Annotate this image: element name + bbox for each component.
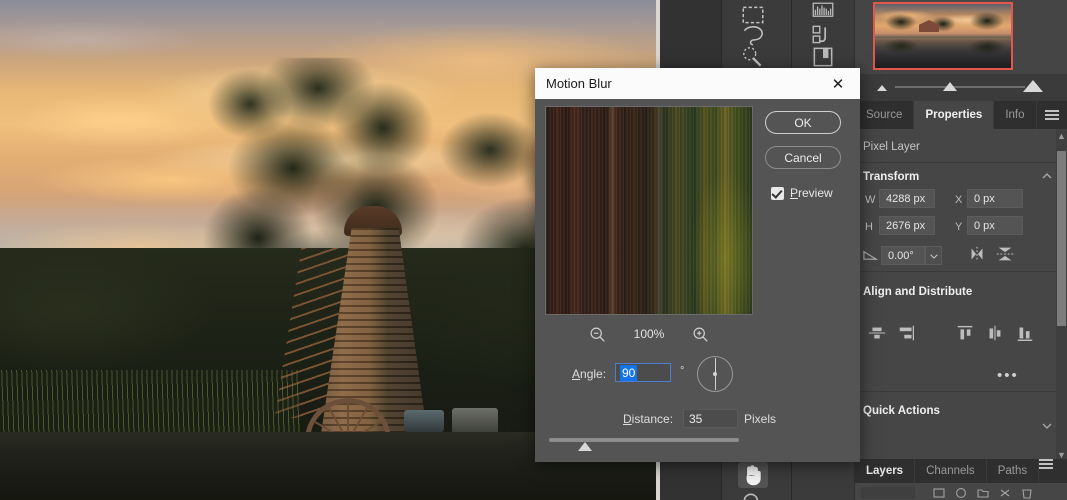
- distance-label: Distance:: [623, 412, 674, 426]
- chevron-down-icon[interactable]: [925, 246, 942, 265]
- hand-tool-icon[interactable]: [738, 462, 768, 488]
- distance-slider-thumb[interactable]: [578, 442, 592, 451]
- scrollbar-thumb[interactable]: [1057, 151, 1066, 326]
- scroll-up-icon[interactable]: ▲: [1056, 129, 1067, 143]
- skew-angle-icon: [863, 247, 879, 262]
- chevron-up-icon[interactable]: [1041, 169, 1053, 181]
- zoom-tool-icon[interactable]: [740, 490, 766, 500]
- angle-value: 90: [620, 364, 638, 381]
- properties-tab-bar: Source Properties Info: [855, 101, 1067, 129]
- x-label: X: [955, 194, 963, 206]
- layer-type-label: Pixel Layer: [863, 141, 920, 153]
- rotation-field[interactable]: 0.00°: [881, 246, 925, 265]
- navigator-panel: [855, 0, 1067, 101]
- right-panel-column: Source Properties Info Pixel Layer Trans…: [855, 0, 1067, 500]
- distance-input[interactable]: 35: [683, 409, 738, 428]
- zoom-slider-track: [895, 86, 1025, 88]
- delete-layer-icon[interactable]: [1021, 486, 1033, 499]
- angle-dial-hub: [713, 372, 717, 376]
- preview-label-rest: review: [798, 186, 833, 200]
- width-field[interactable]: 4288 px: [879, 189, 935, 208]
- photo-vehicle-2: [404, 410, 444, 432]
- tab-paths[interactable]: Paths: [987, 459, 1040, 483]
- document-thumbnail[interactable]: [873, 2, 1013, 70]
- dialog-title: Motion Blur: [546, 76, 612, 91]
- cancel-button[interactable]: Cancel: [765, 146, 841, 169]
- align-top-icon[interactable]: [955, 324, 975, 342]
- tab-properties[interactable]: Properties: [914, 101, 995, 129]
- zoom-out-mountain-icon[interactable]: [877, 85, 887, 91]
- align-bottom-icon[interactable]: [1015, 324, 1035, 342]
- align-section-title: Align and Distribute: [863, 286, 973, 298]
- flip-horizontal-icon[interactable]: [967, 245, 987, 263]
- photo-vehicle-1: [452, 408, 498, 434]
- adjustment-layer-icon[interactable]: [955, 486, 967, 498]
- zoom-slider-thumb[interactable]: [943, 82, 957, 91]
- motion-blur-dialog[interactable]: Motion Blur ✕ 100% OK Cancel Preview Ang…: [535, 68, 860, 462]
- y-label: Y: [955, 221, 963, 233]
- checkbox-checked-icon[interactable]: [771, 186, 784, 200]
- tab-channels[interactable]: Channels: [915, 459, 987, 483]
- panel-menu-icon[interactable]: [1039, 459, 1054, 483]
- preview-highlights: [546, 107, 752, 314]
- navigator-zoom-slider[interactable]: [855, 74, 1067, 101]
- angle-dial-icon[interactable]: [697, 356, 733, 392]
- libraries-icon[interactable]: [810, 44, 836, 70]
- link-layers-icon[interactable]: [999, 486, 1011, 498]
- layers-tab-bar: Layers Channels Paths: [855, 459, 1067, 483]
- y-field[interactable]: 0 px: [967, 216, 1023, 235]
- transform-section-title: Transform: [863, 171, 920, 183]
- tab-info[interactable]: Info: [994, 101, 1037, 129]
- more-options-icon[interactable]: •••: [997, 368, 1019, 383]
- chevron-down-icon[interactable]: [1041, 419, 1053, 431]
- zoom-in-icon[interactable]: [692, 326, 709, 343]
- quick-selection-icon[interactable]: [740, 44, 766, 70]
- angle-label: Angle:: [572, 367, 607, 381]
- ok-button[interactable]: OK: [765, 111, 841, 134]
- tab-layers[interactable]: Layers: [855, 459, 916, 483]
- distance-unit-label: Pixels: [744, 412, 777, 426]
- zoom-in-mountain-icon[interactable]: [1023, 80, 1043, 92]
- zoom-percent-label: 100%: [633, 327, 665, 341]
- degree-symbol: °: [680, 365, 685, 377]
- x-field[interactable]: 0 px: [967, 189, 1023, 208]
- blur-preview[interactable]: [545, 106, 753, 315]
- zoom-out-icon[interactable]: [589, 326, 606, 343]
- align-right-icon[interactable]: [897, 324, 917, 342]
- height-label: H: [865, 221, 873, 233]
- angle-label-rest: ngle:: [580, 367, 607, 381]
- blend-mode-field[interactable]: [861, 487, 915, 499]
- layer-mask-icon[interactable]: [933, 486, 945, 498]
- quick-actions-title: Quick Actions: [863, 405, 940, 417]
- distribute-horizontal-center-icon[interactable]: [985, 324, 1005, 342]
- layers-panel-body: [855, 483, 1067, 500]
- new-group-icon[interactable]: [977, 486, 989, 498]
- close-icon[interactable]: ✕: [816, 68, 860, 99]
- tab-source[interactable]: Source: [855, 101, 915, 129]
- angle-input[interactable]: 90: [615, 363, 671, 382]
- preview-checkbox[interactable]: Preview: [771, 186, 833, 200]
- preview-checkbox-label: Preview: [790, 186, 833, 200]
- preview-zoom-controls: 100%: [545, 320, 753, 348]
- flip-vertical-icon[interactable]: [995, 245, 1015, 263]
- properties-scrollbar[interactable]: ▲ ▼: [1056, 129, 1067, 462]
- distance-label-rest: istance:: [631, 412, 674, 426]
- properties-panel-body: Pixel Layer Transform W 4288 px X 0 px H…: [855, 129, 1067, 462]
- panel-menu-icon[interactable]: [1037, 101, 1067, 129]
- dialog-title-bar[interactable]: Motion Blur ✕: [535, 68, 860, 99]
- thumbnail-reflection: [875, 38, 1011, 68]
- thumbnail-trees: [875, 10, 1011, 40]
- height-field[interactable]: 2676 px: [879, 216, 935, 235]
- width-label: W: [865, 194, 876, 206]
- align-vertical-center-icon[interactable]: [867, 324, 887, 342]
